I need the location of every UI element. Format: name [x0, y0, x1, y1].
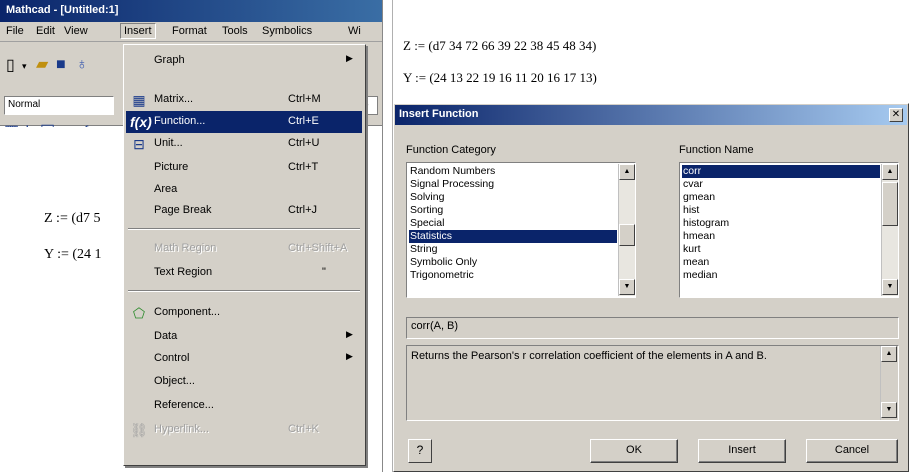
- function-signature: corr(A, B): [406, 317, 899, 339]
- insert-button[interactable]: Insert: [698, 439, 786, 463]
- menu-edit[interactable]: Edit: [36, 25, 55, 37]
- list-item-selected[interactable]: Statistics: [409, 230, 617, 243]
- list-item[interactable]: cvar: [682, 178, 703, 191]
- ok-button[interactable]: OK: [590, 439, 678, 463]
- list-item[interactable]: Special: [409, 217, 444, 230]
- description-scrollbar[interactable]: ▲ ▼: [880, 346, 897, 420]
- worksheet-equation-y[interactable]: Y := (24 1: [44, 247, 102, 263]
- menu-file[interactable]: File: [6, 25, 24, 37]
- title-bar: Mathcad - [Untitled:1]: [0, 0, 382, 22]
- print-icon[interactable]: ♁: [76, 57, 88, 73]
- cancel-button[interactable]: Cancel: [806, 439, 898, 463]
- function-scrollbar[interactable]: ▲ ▼: [881, 164, 898, 296]
- unit-icon: ⊟: [133, 136, 145, 152]
- insert-menu: Graph ▶ ▦ Matrix... Ctrl+M f(x) Function…: [123, 44, 366, 466]
- component-icon: ⬠: [132, 305, 146, 321]
- function-description: Returns the Pearson's r correlation coef…: [406, 345, 899, 421]
- help-icon: ?: [416, 443, 424, 457]
- equation-z[interactable]: Z := (d7 34 72 66 39 22 38 45 48 34): [403, 38, 596, 54]
- list-item[interactable]: hist: [682, 204, 699, 217]
- list-item-selected[interactable]: corr: [682, 165, 880, 178]
- function-category-list[interactable]: Random Numbers Signal Processing Solving…: [406, 162, 636, 298]
- menu-item-hyperlink: ⛓ Hyperlink... Ctrl+K: [130, 422, 319, 438]
- menu-item-page-break[interactable]: Page Break Ctrl+J: [126, 200, 362, 222]
- list-item[interactable]: Solving: [409, 191, 444, 204]
- list-item[interactable]: Signal Processing: [409, 178, 494, 191]
- matrix-icon: ▦: [132, 92, 146, 108]
- list-item[interactable]: mean: [682, 256, 709, 269]
- function-icon: f(x): [130, 114, 152, 130]
- save-icon[interactable]: ■: [56, 57, 66, 73]
- menu-item-picture[interactable]: Picture Ctrl+T: [126, 157, 362, 179]
- scroll-down-icon[interactable]: ▼: [882, 279, 898, 295]
- menu-item-graph[interactable]: Graph ▶: [126, 50, 362, 72]
- scroll-up-icon[interactable]: ▲: [881, 346, 897, 362]
- menu-symbolics[interactable]: Symbolics: [262, 25, 312, 37]
- menu-item-component[interactable]: ⬠ Component...: [126, 302, 362, 324]
- menu-item-matrix[interactable]: ▦ Matrix... Ctrl+M: [126, 89, 362, 111]
- list-item[interactable]: Symbolic Only: [409, 256, 477, 269]
- menu-view[interactable]: View: [64, 25, 88, 37]
- scroll-up-icon[interactable]: ▲: [619, 164, 635, 180]
- description-text: Returns the Pearson's r correlation coef…: [411, 350, 767, 362]
- window-title: Mathcad - [Untitled:1]: [6, 4, 119, 16]
- scroll-down-icon[interactable]: ▼: [619, 279, 635, 295]
- submenu-arrow-icon: ▶: [346, 351, 353, 361]
- menu-window[interactable]: Wi: [348, 25, 361, 37]
- list-item[interactable]: gmean: [682, 191, 715, 204]
- list-item[interactable]: histogram: [682, 217, 729, 230]
- menu-tools[interactable]: Tools: [222, 25, 248, 37]
- worksheet-right: Z := (d7 34 72 66 39 22 38 45 48 34) Y :…: [392, 0, 910, 472]
- mathcad-window: Mathcad - [Untitled:1] File Edit View In…: [0, 0, 383, 472]
- menu-item-object[interactable]: Object...: [126, 371, 362, 393]
- submenu-arrow-icon: ▶: [346, 329, 353, 339]
- list-item[interactable]: Random Numbers: [409, 165, 495, 178]
- scroll-up-icon[interactable]: ▲: [882, 164, 898, 180]
- list-item[interactable]: Trigonometric: [409, 269, 474, 282]
- list-item[interactable]: String: [409, 243, 437, 256]
- style-select[interactable]: Normal: [4, 96, 114, 115]
- function-name-label: Function Name: [679, 144, 754, 156]
- open-folder-icon[interactable]: ▰: [36, 57, 48, 73]
- function-name-list[interactable]: corr cvar gmean hist histogram hmean kur…: [679, 162, 899, 298]
- list-item[interactable]: Sorting: [409, 204, 443, 217]
- scroll-thumb[interactable]: [619, 224, 635, 246]
- menu-item-function[interactable]: f(x) Function... Ctrl+E: [126, 111, 362, 133]
- insert-function-dialog: Insert Function ✕ Function Category Func…: [393, 103, 909, 472]
- hyperlink-icon: ⛓: [130, 422, 148, 438]
- list-item[interactable]: median: [682, 269, 717, 282]
- menu-insert[interactable]: Insert: [120, 23, 156, 39]
- dialog-title-bar: Insert Function ✕: [395, 105, 907, 125]
- scroll-thumb[interactable]: [882, 182, 898, 226]
- menu-item-text-region[interactable]: Text Region ": [126, 262, 362, 284]
- category-scrollbar[interactable]: ▲ ▼: [618, 164, 635, 296]
- menu-item-area[interactable]: Area: [126, 179, 362, 201]
- menu-bar: File Edit View Insert Format Tools Symbo…: [0, 22, 382, 42]
- menu-item-control[interactable]: Control ▶: [126, 348, 362, 370]
- scroll-down-icon[interactable]: ▼: [881, 402, 897, 418]
- equation-y[interactable]: Y := (24 13 22 19 16 11 20 16 17 13): [403, 70, 597, 86]
- submenu-arrow-icon: ▶: [346, 53, 353, 63]
- help-button[interactable]: ?: [408, 439, 432, 463]
- menu-item-math-region: Math Region Ctrl+Shift+A: [154, 242, 348, 254]
- list-item[interactable]: hmean: [682, 230, 715, 243]
- menu-separator: [128, 228, 360, 230]
- dropdown-arrow-icon[interactable]: ▾: [22, 58, 27, 74]
- list-item[interactable]: kurt: [682, 243, 701, 256]
- new-document-icon[interactable]: ▯: [6, 58, 15, 74]
- menu-format[interactable]: Format: [172, 25, 207, 37]
- menu-item-unit[interactable]: ⊟ Unit... Ctrl+U: [126, 133, 362, 155]
- worksheet-equation-z[interactable]: Z := (d7 5: [44, 211, 101, 227]
- function-category-label: Function Category: [406, 144, 496, 156]
- close-icon[interactable]: ✕: [889, 108, 903, 122]
- menu-item-data[interactable]: Data ▶: [126, 326, 362, 348]
- menu-item-reference[interactable]: Reference...: [126, 395, 362, 417]
- dialog-title: Insert Function: [399, 108, 479, 120]
- menu-separator: [128, 290, 360, 292]
